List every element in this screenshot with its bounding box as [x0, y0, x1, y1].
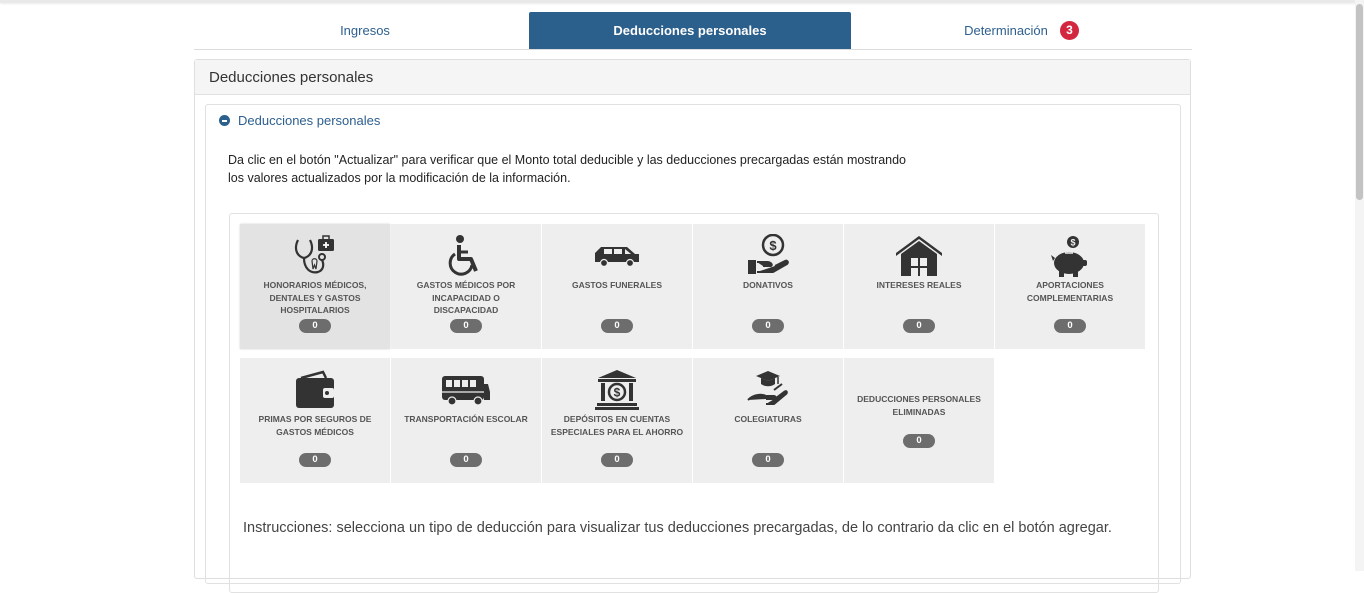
card-label: PRIMAS POR SEGUROS DE GASTOS MÉDICOS [258, 414, 372, 437]
card-count-badge: 0 [450, 453, 482, 467]
intro-text: Da clic en el botón "Actualizar" para ve… [228, 151, 948, 187]
card-label: APORTACIONES COMPLEMENTARIAS [1026, 280, 1114, 303]
card-count-badge: 0 [1054, 319, 1086, 333]
tab-determinacion[interactable]: Determinación 3 [851, 12, 1192, 49]
top-strip [0, 0, 1364, 3]
card-count-badge: 0 [752, 453, 784, 467]
page-scrollbar[interactable] [1355, 0, 1364, 571]
svg-text:$: $ [769, 238, 777, 253]
deducciones-section: Deducciones personales Da clic en el bot… [205, 104, 1181, 593]
section-title: Deducciones personales [238, 113, 381, 128]
wheelchair-icon [391, 234, 541, 278]
card-count-badge: 0 [752, 319, 784, 333]
determinacion-count-badge: 3 [1059, 21, 1079, 40]
card-count-badge: 0 [299, 453, 331, 467]
tab-bar: Ingresos Deducciones personales Determin… [194, 12, 1192, 50]
section-collapse-toggle[interactable]: Deducciones personales [219, 113, 380, 129]
graduation-cap-icon [693, 368, 843, 412]
card-label: INTERESES REALES [876, 280, 962, 290]
card-label: TRANSPORTACIÓN ESCOLAR [404, 414, 528, 424]
scrollbar-thumb[interactable] [1356, 4, 1363, 200]
school-bus-icon [391, 368, 541, 412]
card-honorarios-medicos[interactable]: HONORARIOS MÉDICOS, DENTALES Y GASTOS HO… [240, 224, 390, 349]
bank-icon: $ [542, 368, 692, 412]
card-label: COLEGIATURAS [734, 414, 802, 424]
svg-text:$: $ [614, 386, 621, 400]
intro-line-2: los valores actualizados por la modifica… [228, 171, 571, 185]
card-transportacion-escolar[interactable]: TRANSPORTACIÓN ESCOLAR 0 [391, 358, 541, 483]
card-count-badge: 0 [903, 434, 935, 448]
hearse-icon [542, 234, 692, 278]
card-colegiaturas[interactable]: COLEGIATURAS 0 [693, 358, 843, 483]
card-label: DONATIVOS [743, 280, 793, 290]
card-count-badge: 0 [299, 319, 331, 333]
tab-determinacion-label: Determinación [964, 23, 1048, 38]
card-label: DEDUCCIONES PERSONALES ELIMINADAS [857, 394, 981, 417]
tab-deducciones-label: Deducciones personales [613, 23, 767, 38]
card-aportaciones-complementarias[interactable]: $ APORTACIONES COMPLEMENTARIAS 0 [995, 224, 1145, 349]
card-label: DEPÓSITOS EN CUENTAS ESPECIALES PARA EL … [550, 414, 684, 437]
card-gastos-funerales[interactable]: GASTOS FUNERALES 0 [542, 224, 692, 349]
card-donativos[interactable]: $ DONATIVOS 0 [693, 224, 843, 349]
deduction-types-grid: HONORARIOS MÉDICOS, DENTALES Y GASTOS HO… [229, 213, 1159, 593]
panel-title: Deducciones personales [195, 60, 1190, 95]
deducciones-panel: Deducciones personales Deducciones perso… [194, 59, 1191, 593]
card-label: GASTOS FUNERALES [571, 280, 663, 290]
stethoscope-icon [240, 234, 390, 278]
tab-deducciones-personales[interactable]: Deducciones personales [529, 12, 851, 49]
card-count-badge: 0 [450, 319, 482, 333]
card-primas-seguros[interactable]: PRIMAS POR SEGUROS DE GASTOS MÉDICOS 0 [240, 358, 390, 483]
tab-ingresos[interactable]: Ingresos [202, 12, 528, 49]
intro-line-1: Da clic en el botón "Actualizar" para ve… [228, 153, 907, 167]
card-deducciones-eliminadas[interactable]: DEDUCCIONES PERSONALES ELIMINADAS 0 [844, 358, 994, 483]
card-label: HONORARIOS MÉDICOS, DENTALES Y GASTOS HO… [263, 280, 367, 315]
card-label: GASTOS MÉDICOS POR INCAPACIDAD O DISCAPA… [416, 280, 516, 315]
card-count-badge: 0 [601, 453, 633, 467]
collapse-minus-icon [219, 115, 230, 126]
donation-icon: $ [693, 234, 843, 278]
piggy-bank-icon: $ [995, 234, 1145, 278]
card-depositos-ahorro[interactable]: $ DEPÓSITOS EN CUENTAS ESPECIALES PARA E… [542, 358, 692, 483]
card-count-badge: 0 [903, 319, 935, 333]
house-icon [844, 234, 994, 278]
wallet-icon [240, 368, 390, 412]
card-count-badge: 0 [601, 319, 633, 333]
instructions-text: Instrucciones: selecciona un tipo de ded… [243, 520, 1112, 536]
card-gastos-incapacidad[interactable]: GASTOS MÉDICOS POR INCAPACIDAD O DISCAPA… [391, 224, 541, 349]
card-intereses-reales[interactable]: INTERESES REALES 0 [844, 224, 994, 349]
tab-ingresos-label: Ingresos [340, 23, 390, 38]
svg-text:$: $ [1070, 238, 1075, 248]
